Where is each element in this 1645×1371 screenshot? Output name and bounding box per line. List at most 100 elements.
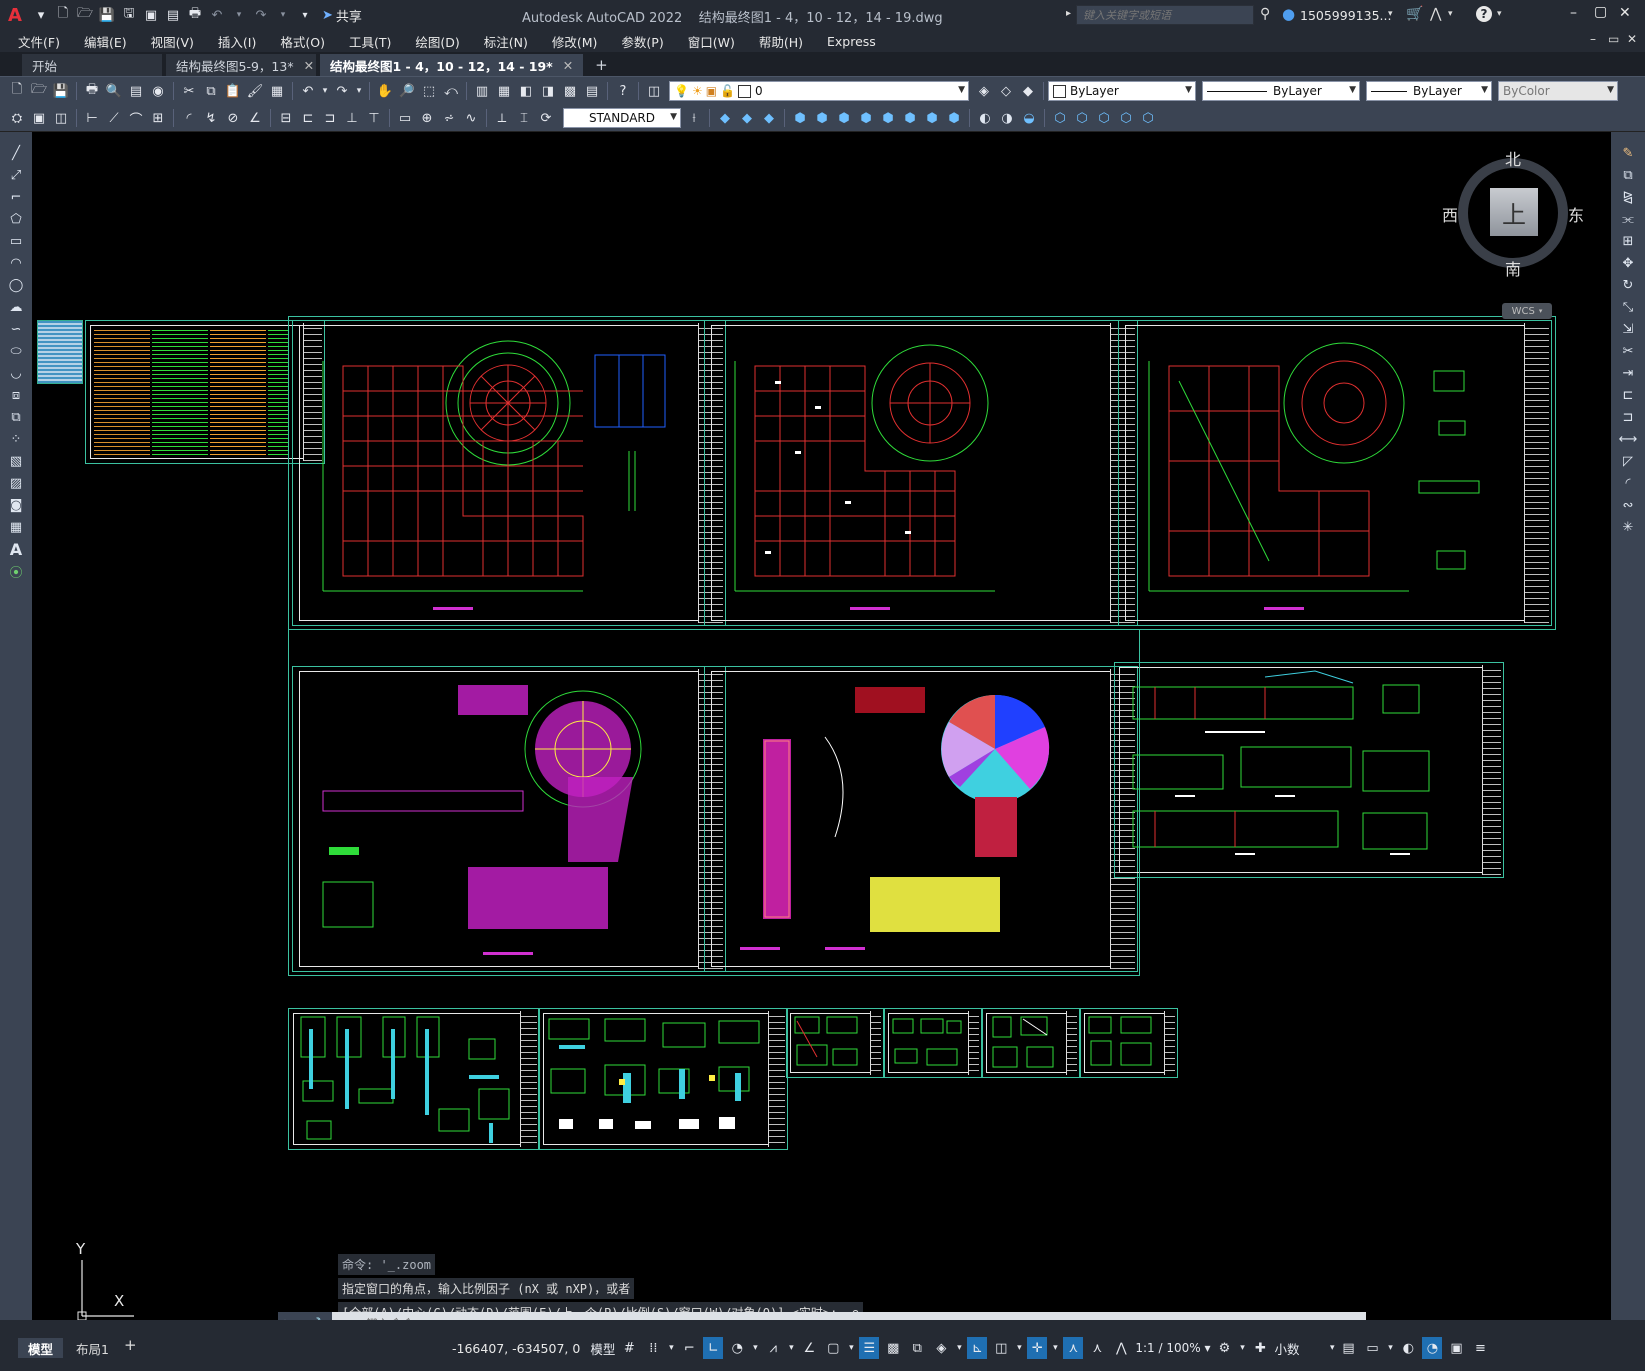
tab-start[interactable]: 开始 [22,54,162,76]
angular-dimension-icon[interactable]: ∠ [246,109,264,127]
sweep-icon[interactable]: ⬢ [835,109,853,127]
web-save-icon[interactable]: ▤ [164,6,182,24]
menu-file[interactable]: 文件(F) [6,32,72,51]
lineweight-dropdown[interactable]: ByLayer ▼ [1366,81,1492,101]
render-icon[interactable]: ◑ [998,109,1016,127]
table-icon[interactable]: ▦ [6,517,26,537]
3d-array-icon[interactable]: ⬡ [1117,109,1135,127]
drawing-sheet-details-2[interactable] [538,1008,788,1150]
menu-insert[interactable]: 插入(I) [206,32,268,51]
help-icon[interactable]: ? [1476,6,1492,22]
dimension-update-icon[interactable]: ⟳ [537,109,555,127]
snap-icon[interactable]: ⁞⁞ [643,1337,663,1359]
gizmo-icon[interactable]: ✛ [1027,1337,1048,1359]
menu-express[interactable]: Express [815,34,888,49]
user-dropdown-icon[interactable]: ▾ [1388,9,1393,19]
doc-minimize-button[interactable]: – [1590,32,1596,46]
union-icon[interactable]: ⬢ [901,109,919,127]
undo-dropdown-icon[interactable]: ▾ [230,6,248,24]
line-icon[interactable]: ╱ [6,143,26,163]
match-properties-icon[interactable]: 🖌 [246,82,264,100]
object-snap-icon[interactable]: ▢ [823,1337,843,1359]
isometric-dropdown-icon[interactable]: ▾ [787,1337,795,1359]
inspect-icon[interactable]: ⩫ [440,109,458,127]
stretch-icon[interactable]: ⇲ [1618,319,1638,339]
redo-icon[interactable]: ↷ [333,82,351,100]
doc-restore-button[interactable]: ▭ [1608,32,1619,46]
dynamic-ucs-icon[interactable]: ⊾ [967,1337,988,1359]
share-button[interactable]: ➤ 共享 [322,6,362,25]
drawing-sheet-plan-1[interactable] [292,320,726,626]
selection-cycling-icon[interactable]: ⧉ [907,1337,927,1359]
search-icon[interactable]: ⚲ [1260,6,1270,22]
redo-dropdown-icon[interactable]: ▾ [274,6,292,24]
lineweight-icon[interactable]: ☰ [859,1337,880,1359]
menu-view[interactable]: 视图(V) [139,32,206,51]
loft-icon[interactable]: ⬢ [879,109,897,127]
drawing-sheet-plan-3[interactable] [1118,320,1552,626]
wcs-menu-button[interactable]: WCS ▾ [1502,303,1552,319]
zoom-previous-icon[interactable]: ⤺ [442,82,460,100]
add-selected-icon[interactable]: ⦿ [6,561,26,581]
wedge-icon[interactable]: ◆ [760,109,778,127]
plotstyle-dropdown[interactable]: ByColor ▼ [1498,81,1618,101]
selection-filter-icon[interactable]: ◫ [991,1337,1011,1359]
minimize-window-button[interactable]: – [1570,5,1577,21]
workspace-dropdown-icon[interactable]: ▾ [1238,1337,1246,1359]
publish-icon[interactable]: ▤ [127,82,145,100]
layer-unlock-icon[interactable]: 🔓 [720,84,735,98]
materials-icon[interactable]: ◒ [1020,109,1038,127]
tab-drawing-1-4[interactable]: 结构最终图1 - 4，10 - 12，14 - 19* ✕ [320,54,584,76]
trim-icon[interactable]: ✂ [1618,341,1638,361]
drawing-sheet-roof-plan[interactable] [292,666,726,972]
aligned-dimension-icon[interactable]: ⟋ [105,109,123,127]
auto-scale-icon[interactable]: ⋏ [1087,1337,1107,1359]
offset-icon[interactable]: ⫘ [1618,209,1638,229]
make-block-icon[interactable]: ⧉ [6,407,26,427]
menu-draw[interactable]: 绘图(D) [403,32,471,51]
units-dropdown[interactable]: 小数 ▾ [1274,1337,1334,1359]
search-input[interactable] [1081,7,1253,23]
coordinates-readout[interactable]: -166407, -634507, 0 [452,1341,580,1356]
text-style-dropdown[interactable]: STANDARD ▼ [563,108,681,128]
drawing-sheet-details-3[interactable] [786,1008,884,1078]
array-icon[interactable]: ⊞ [1618,231,1638,251]
center-mark-icon[interactable]: ⊕ [418,109,436,127]
close-icon[interactable]: ✕ [563,58,573,73]
multiline-text-icon[interactable]: A [6,539,26,559]
undo-icon[interactable]: ↶ [299,82,317,100]
annotation-scale-icon[interactable]: ⋀ [1111,1337,1131,1359]
transparency-icon[interactable]: ▩ [883,1337,903,1359]
mirror-icon[interactable]: ⧎ [1618,187,1638,207]
cut-icon[interactable]: ✂ [180,82,198,100]
ellipse-arc-icon[interactable]: ◡ [6,363,26,383]
ellipse-icon[interactable]: ⬭ [6,341,26,361]
model-space-canvas[interactable]: 上 北 南 西 东 WCS ▾ Y X [32,132,1611,1320]
quick-calc-icon[interactable]: ▤ [583,82,601,100]
new-tab-button[interactable]: + [587,54,616,76]
redo-dropdown-icon[interactable]: ▾ [355,82,363,100]
dimension-edit-icon[interactable]: ⟂ [493,109,511,127]
menu-modify[interactable]: 修改(M) [540,32,610,51]
grid-icon[interactable]: # [619,1337,639,1359]
undo-icon[interactable]: ↶ [208,6,226,24]
move-icon[interactable]: ✥ [1618,253,1638,273]
extend-icon[interactable]: ⇥ [1618,363,1638,383]
jogged-linear-icon[interactable]: ∿ [462,109,480,127]
3d-mirror-icon[interactable]: ⬡ [1139,109,1157,127]
polar-dropdown-icon[interactable]: ▾ [751,1337,759,1359]
jogged-icon[interactable]: ↯ [202,109,220,127]
isolate-objects-icon[interactable]: ◐ [1398,1337,1418,1359]
clean-screen-icon[interactable]: ▣ [1446,1337,1466,1359]
break-icon[interactable]: ⊐ [1618,407,1638,427]
cylinder-icon[interactable]: ◆ [738,109,756,127]
open-file-icon[interactable]: 🗁 [30,82,48,100]
open-file-icon[interactable]: 🗁 [76,6,94,24]
layer-on-icon[interactable]: 💡 [674,84,689,98]
subtract-icon[interactable]: ⬢ [923,109,941,127]
doc-close-button[interactable]: ✕ [1627,32,1637,46]
block-editor-icon[interactable]: ▦ [268,82,286,100]
pan-icon[interactable]: ✋ [376,82,394,100]
quick-properties-icon[interactable]: ▤ [1338,1337,1358,1359]
chamfer-icon[interactable]: ◸ [1618,451,1638,471]
